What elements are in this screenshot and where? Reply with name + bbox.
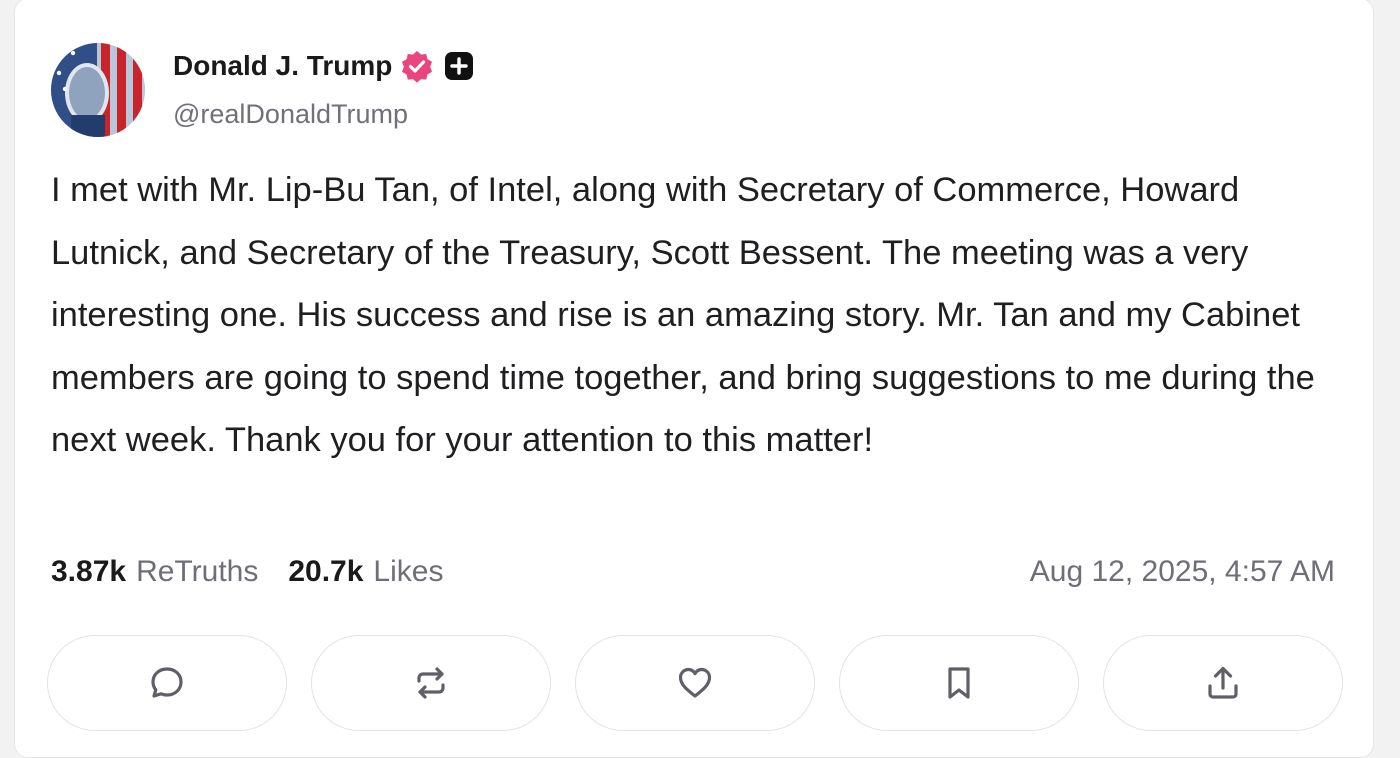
reply-button[interactable] <box>47 635 287 731</box>
author-display-name[interactable]: Donald J. Trump <box>173 50 392 82</box>
like-heart-icon <box>673 661 717 705</box>
avatar[interactable] <box>51 43 145 137</box>
post-stats: 3.87k ReTruths 20.7k Likes <box>51 555 443 589</box>
verified-check-icon <box>400 49 434 83</box>
reply-icon <box>145 661 189 705</box>
post-timestamp[interactable]: Aug 12, 2025, 4:57 AM <box>1030 555 1335 589</box>
share-button[interactable] <box>1103 635 1343 731</box>
author-handle[interactable]: @realDonaldTrump <box>173 99 408 130</box>
author-name-row: Donald J. Trump <box>173 49 474 83</box>
like-button[interactable] <box>575 635 815 731</box>
action-bar <box>47 635 1343 731</box>
post-text: I met with Mr. Lip-Bu Tan, of Intel, alo… <box>51 171 1315 459</box>
share-icon <box>1201 661 1245 705</box>
post-card: Donald J. Trump @realDonaldTrump I met w… <box>14 0 1374 758</box>
retruths-count[interactable]: 3.87k <box>51 555 126 589</box>
retruth-icon <box>409 661 453 705</box>
plus-badge-icon <box>442 51 474 81</box>
likes-count[interactable]: 20.7k <box>288 555 363 589</box>
retruths-label[interactable]: ReTruths <box>136 555 258 589</box>
retruth-button[interactable] <box>311 635 551 731</box>
likes-label[interactable]: Likes <box>373 555 443 589</box>
avatar-image <box>51 43 145 137</box>
bookmark-icon <box>937 661 981 705</box>
bookmark-button[interactable] <box>839 635 1079 731</box>
